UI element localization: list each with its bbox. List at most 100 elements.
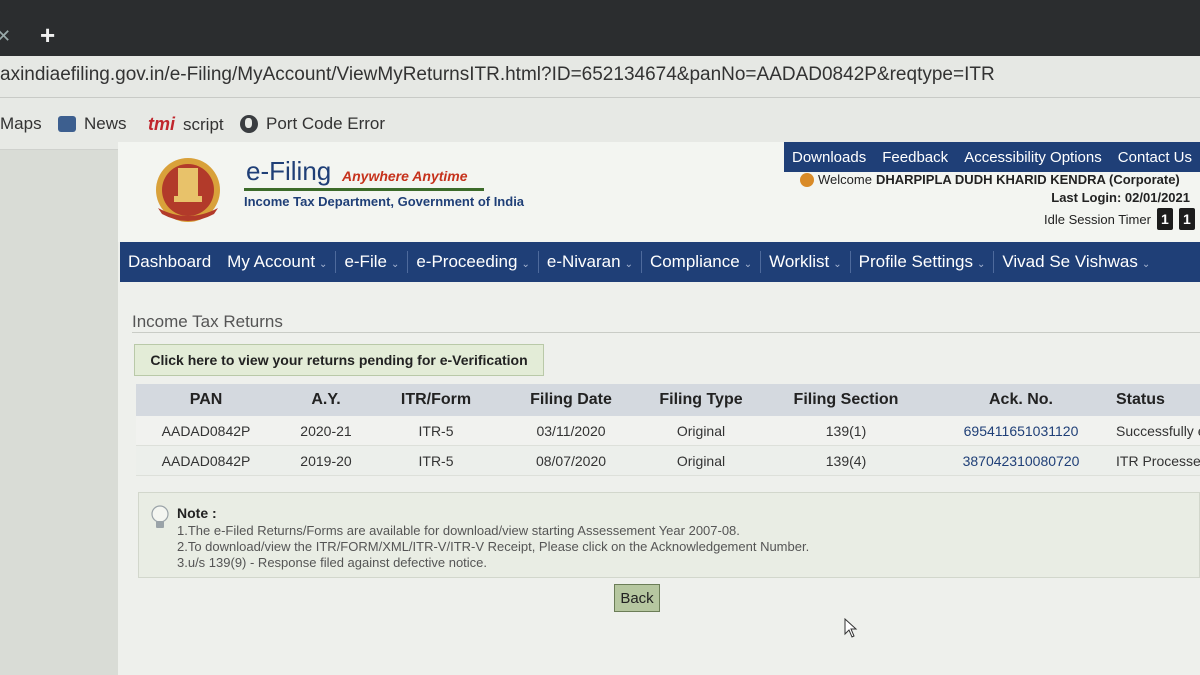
note-line: 1.The e-Filed Returns/Forms are availabl… (177, 523, 740, 538)
nav-e-proceeding[interactable]: e-Proceeding ⌄ (408, 252, 538, 272)
browser-tab-strip: ✕ + (0, 0, 1200, 56)
address-bar[interactable]: axindiaefiling.gov.in/e-Filing/MyAccount… (0, 56, 1200, 98)
column-header: Filing Section (793, 391, 899, 408)
nav-label: Worklist (769, 252, 830, 271)
table-row: AADAD0842P 2020-21 ITR-5 03/11/2020 Orig… (136, 416, 1200, 446)
nav-label: Compliance (649, 252, 740, 271)
section-title: Income Tax Returns (132, 312, 283, 331)
returns-table: PAN A.Y. ITR/Form Filing Date Filing Typ… (136, 384, 1200, 476)
nav-e-nivaran[interactable]: e-Nivaran ⌄ (539, 252, 641, 272)
cell-filing-date: 03/11/2020 (536, 422, 606, 439)
note-title: Note : (177, 505, 217, 521)
accessibility-link[interactable]: Accessibility Options (956, 149, 1110, 166)
user-icon (800, 172, 814, 187)
note-box: Note : 1.The e-Filed Returns/Forms are a… (138, 492, 1200, 578)
bookmark-label: News (84, 114, 127, 133)
idle-label: Idle Session Timer (1044, 211, 1151, 227)
note-line: 2.To download/view the ITR/FORM/XML/ITR-… (177, 539, 810, 554)
cell-filing-type: Original (676, 452, 726, 469)
cell-status: Successfully e-Verified (1116, 422, 1200, 439)
bookmark-maps[interactable]: Maps (0, 114, 42, 134)
brand-divider (244, 188, 484, 191)
chevron-down-icon: ⌄ (976, 259, 986, 270)
idle-session-timer: Idle Session Timer 1 1 (1044, 208, 1195, 230)
bookmark-label: Maps (0, 114, 42, 133)
chevron-down-icon: ⌄ (743, 259, 753, 270)
cell-filing-type: Original (676, 422, 726, 439)
table-row: AADAD0842P 2019-20 ITR-5 08/07/2020 Orig… (136, 446, 1200, 476)
nav-worklist[interactable]: Worklist ⌄ (761, 252, 850, 272)
mouse-cursor-icon (844, 618, 858, 638)
cell-pan: AADAD0842P (161, 452, 251, 469)
chevron-down-icon: ⌄ (390, 259, 400, 270)
back-button[interactable]: Back (614, 584, 660, 612)
lightbulb-icon (151, 505, 169, 528)
bookmark-script[interactable]: tmi script (148, 114, 224, 135)
nav-vivad-se-vishwas[interactable]: Vivad Se Vishwas ⌄ (994, 252, 1158, 272)
cell-itr-form: ITR-5 (418, 422, 454, 439)
nav-profile-settings[interactable]: Profile Settings ⌄ (851, 252, 994, 272)
brand-title[interactable]: e-Filing (246, 156, 331, 187)
chevron-down-icon: ⌄ (521, 259, 530, 270)
ack-number-link[interactable]: 387042310080720 (936, 453, 1106, 469)
nav-label: Vivad Se Vishwas (1002, 252, 1138, 271)
brand-tagline: Anywhere Anytime (342, 168, 468, 184)
chevron-down-icon: ⌄ (833, 259, 842, 270)
bookmark-port-code-error[interactable]: Port Code Error (240, 114, 385, 134)
nav-e-file[interactable]: e-File ⌄ (336, 252, 407, 272)
bookmark-label: Port Code Error (266, 114, 386, 133)
cell-filing-section: 139(4) (825, 452, 867, 469)
cell-filing-section: 139(1) (825, 422, 867, 439)
cell-status: ITR Processed (1116, 452, 1200, 469)
nav-label: My Account (227, 252, 316, 271)
top-links: Downloads Feedback Accessibility Options… (784, 142, 1200, 172)
welcome-text: Welcome DHARPIPLA DUDH KHARID KENDRA (Co… (800, 172, 1180, 187)
timer-digit: 1 (1178, 208, 1195, 230)
nav-label: Profile Settings (858, 252, 973, 271)
downloads-link[interactable]: Downloads (784, 149, 874, 166)
bookmark-label: script (183, 114, 224, 134)
table-header: PAN A.Y. ITR/Form Filing Date Filing Typ… (136, 384, 1200, 416)
last-login: Last Login: 02/01/2021 (1051, 190, 1190, 205)
feedback-link[interactable]: Feedback (874, 149, 956, 166)
globe-icon (240, 115, 258, 133)
user-name: DHARPIPLA DUDH KHARID KENDRA (Corporate) (875, 172, 1180, 187)
chevron-down-icon: ⌄ (1141, 259, 1151, 270)
news-icon (58, 116, 76, 132)
pending-everification-button[interactable]: Click here to view your returns pending … (134, 344, 544, 376)
divider (132, 332, 1200, 333)
nav-compliance[interactable]: Compliance ⌄ (642, 252, 760, 272)
nav-my-account[interactable]: My Account ⌄ (219, 252, 335, 272)
emblem-logo-icon (156, 158, 220, 222)
brand-subtitle: Income Tax Department, Government of Ind… (244, 194, 525, 209)
bookmark-news[interactable]: News (58, 114, 127, 134)
column-header: A.Y. (311, 391, 341, 408)
new-tab-button[interactable]: + (40, 22, 55, 48)
column-header: Status (1116, 391, 1165, 408)
nav-label: e-Nivaran (546, 252, 621, 271)
contact-us-link[interactable]: Contact Us (1110, 149, 1200, 166)
nav-label: Dashboard (128, 252, 212, 271)
chevron-down-icon: ⌄ (319, 259, 328, 270)
main-nav: Dashboard My Account ⌄ e-File ⌄ e-Proceedi… (120, 242, 1200, 282)
nav-dashboard[interactable]: Dashboard (120, 252, 219, 272)
tmi-logo-icon: tmi (148, 114, 175, 134)
nav-label: e-File (344, 252, 387, 271)
ack-number-link[interactable]: 695411651031120 (936, 423, 1106, 439)
column-header: Ack. No. (988, 391, 1053, 408)
column-header: Filing Type (659, 391, 743, 408)
note-line: 3.u/s 139(9) - Response filed against de… (177, 555, 488, 570)
close-tab-icon[interactable]: ✕ (0, 26, 11, 47)
column-header: Filing Date (530, 391, 612, 408)
web-page: e-Filing Anywhere Anytime Income Tax Dep… (118, 142, 1200, 675)
column-header: PAN (189, 391, 223, 408)
site-header: e-Filing Anywhere Anytime Income Tax Dep… (118, 142, 1200, 242)
cell-pan: AADAD0842P (161, 422, 251, 439)
timer-digit: 1 (1156, 208, 1173, 230)
cell-itr-form: ITR-5 (418, 452, 454, 469)
cell-filing-date: 08/07/2020 (535, 452, 607, 469)
url-text[interactable]: axindiaefiling.gov.in/e-Filing/MyAccount… (0, 64, 995, 86)
cell-ay: 2020-21 (300, 422, 352, 439)
welcome-prefix: Welcome (818, 172, 872, 187)
nav-label: e-Proceeding (416, 252, 518, 271)
